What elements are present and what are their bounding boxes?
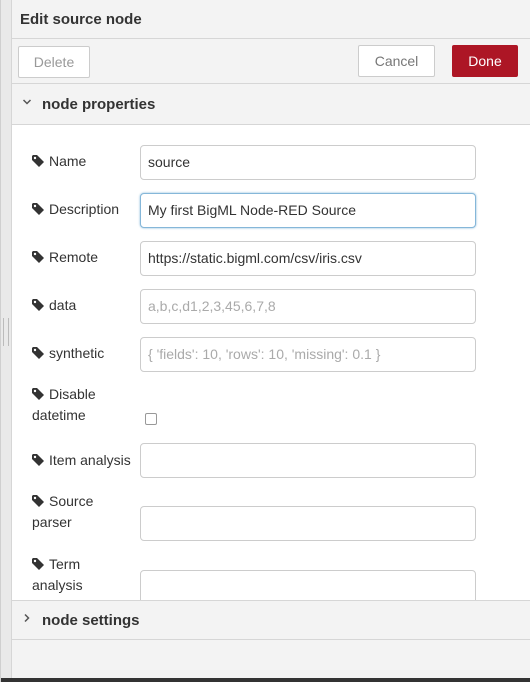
node-settings-label: node settings (42, 612, 140, 629)
node-properties-header[interactable]: node properties (12, 85, 530, 125)
label-text: Disable (49, 386, 96, 402)
label-text: Item analysis (49, 452, 131, 468)
label-text: parser (32, 514, 72, 530)
label-text: Description (49, 201, 120, 217)
chevron-right-icon (22, 612, 32, 626)
chevron-down-icon (22, 96, 32, 110)
window-bottom-edge (1, 678, 530, 682)
remote-input[interactable]: https://static.bigml.com/csv/iris.csv (140, 241, 476, 276)
description-input[interactable]: My first BigML Node-RED Source (140, 193, 476, 228)
tag-icon (32, 299, 44, 311)
label-text: Name (49, 153, 87, 169)
tray-header: Edit source node (12, 0, 530, 39)
tag-icon (32, 558, 44, 570)
field-label-term-analysis: Term analysis (32, 554, 83, 596)
name-input[interactable]: source (140, 145, 476, 180)
field-label-item-analysis: Item analysis (32, 450, 131, 471)
term-analysis-input[interactable] (140, 570, 476, 600)
tag-icon (32, 203, 44, 215)
resize-handle[interactable] (3, 318, 9, 346)
data-input[interactable]: a,b,c,d1,2,3,45,6,7,8 (140, 289, 476, 324)
field-label-description: Description (32, 199, 119, 220)
tray-footer (12, 641, 530, 682)
tray-resize-strip[interactable] (1, 0, 12, 682)
item-analysis-input[interactable] (140, 443, 476, 478)
field-label-synthetic: synthetic (32, 343, 104, 364)
tag-icon (32, 251, 44, 263)
field-label-remote: Remote (32, 247, 98, 268)
tag-icon (32, 388, 44, 400)
label-text: synthetic (49, 345, 105, 361)
edit-node-tray: Edit source node Delete Cancel Done node… (0, 0, 530, 682)
source-parser-input[interactable] (140, 506, 476, 541)
cancel-button[interactable]: Cancel (358, 45, 435, 77)
label-text: data (49, 297, 77, 313)
label-text: Remote (49, 249, 99, 265)
node-properties-form: Name source Description My first BigML N… (12, 125, 530, 600)
node-properties-label: node properties (42, 96, 156, 113)
field-label-data: data (32, 295, 76, 316)
label-text: Source (49, 493, 94, 509)
disable-datetime-checkbox[interactable] (145, 413, 157, 425)
field-label-disable-datetime: Disable datetime (32, 384, 96, 426)
done-button[interactable]: Done (452, 45, 518, 77)
field-label-source-parser: Source parser (32, 491, 93, 533)
tag-icon (32, 495, 44, 507)
tag-icon (32, 347, 44, 359)
tray-toolbar: Delete Cancel Done (12, 39, 530, 84)
delete-button[interactable]: Delete (18, 46, 90, 78)
field-label-name: Name (32, 151, 86, 172)
label-text: Term (49, 556, 81, 572)
tag-icon (32, 155, 44, 167)
label-text: analysis (32, 577, 83, 593)
label-text: datetime (32, 407, 86, 423)
synthetic-input[interactable]: { 'fields': 10, 'rows': 10, 'missing': 0… (140, 337, 476, 372)
tray-title: Edit source node (20, 11, 142, 28)
node-settings-header[interactable]: node settings (12, 600, 530, 640)
tag-icon (32, 454, 44, 466)
